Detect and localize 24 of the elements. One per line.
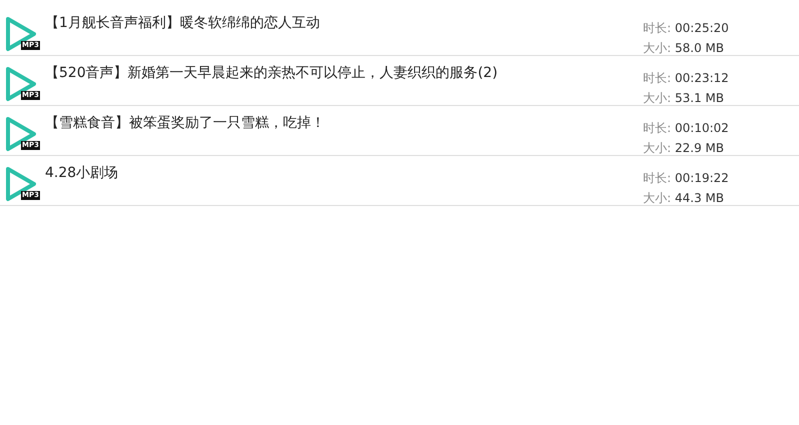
track-title[interactable]: 【1月舰长音声福利】暖冬软绵绵的恋人互动 — [44, 6, 643, 32]
play-icon — [4, 66, 38, 102]
duration-label: 时长: — [643, 171, 672, 185]
size-value: 53.1 MB — [674, 91, 724, 105]
duration-label: 时长: — [643, 71, 672, 85]
size-label: 大小: — [643, 141, 672, 155]
size-value: 44.3 MB — [674, 191, 724, 205]
track-title[interactable]: 【520音声】新婚第一天早晨起来的亲热不可以停止，人妻织织的服务(2) — [44, 56, 643, 82]
track-title[interactable]: 【雪糕食音】被笨蛋奖励了一只雪糕，吃掉！ — [44, 106, 643, 132]
size-value: 58.0 MB — [674, 41, 724, 55]
duration-value: 00:23:12 — [674, 71, 729, 85]
track-title[interactable]: 4.28小剧场 — [44, 156, 643, 182]
size-label: 大小: — [643, 91, 672, 105]
duration-value: 00:10:02 — [674, 121, 729, 135]
duration-value: 00:19:22 — [674, 171, 729, 185]
size-label: 大小: — [643, 41, 672, 55]
duration-label: 时长: — [643, 21, 672, 35]
play-icon — [4, 166, 38, 202]
size-value: 22.9 MB — [674, 141, 724, 155]
play-icon — [4, 116, 38, 152]
size-label: 大小: — [643, 191, 672, 205]
duration-label: 时长: — [643, 121, 672, 135]
duration-value: 00:25:20 — [674, 21, 729, 35]
play-icon — [4, 16, 38, 52]
